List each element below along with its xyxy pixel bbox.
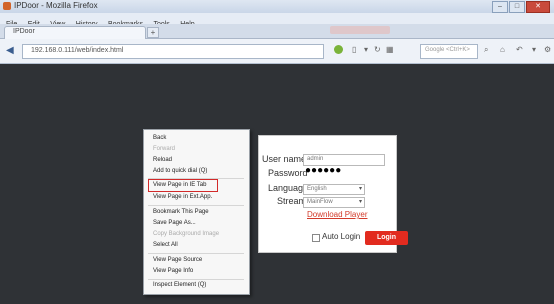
menu-bar: File Edit View History Bookmarks Tools H…	[0, 13, 554, 28]
download-player-link[interactable]: Download Player	[307, 210, 367, 219]
back-small-icon[interactable]: ↶	[516, 45, 523, 54]
extension-icon[interactable]: ⚙	[544, 45, 551, 54]
firefox-icon	[3, 2, 11, 10]
bookmark-list-icon[interactable]: ▦	[386, 45, 394, 54]
reload-icon[interactable]: ↻	[374, 45, 381, 54]
close-button[interactable]: ✕	[526, 1, 550, 13]
back-arrow-icon[interactable]: ◀	[6, 45, 14, 56]
ctx-separator	[148, 205, 244, 206]
minimize-button[interactable]: –	[492, 1, 508, 13]
url-text: 192.168.0.111/web/index.html	[31, 47, 124, 54]
login-button[interactable]: Login	[365, 231, 408, 245]
dropdown-icon[interactable]: ▾	[364, 45, 368, 54]
ctx-forward: Forward	[153, 146, 176, 152]
password-label: Password	[268, 168, 308, 178]
tab-bar: IPDoor +	[0, 24, 554, 39]
language-value: English	[307, 186, 327, 192]
decorative-blur	[330, 26, 390, 34]
ctx-view-info[interactable]: View Page Info	[153, 268, 193, 274]
url-bar[interactable]: 192.168.0.111/web/index.html	[22, 44, 324, 59]
ctx-inspect-element[interactable]: Inspect Element (Q)	[153, 282, 206, 288]
username-value: admin	[307, 156, 324, 162]
ctx-view-source[interactable]: View Page Source	[153, 257, 202, 263]
ctx-select-all[interactable]: Select All	[153, 242, 178, 248]
ctx-separator	[148, 279, 244, 280]
auto-login-checkbox[interactable]	[312, 234, 320, 242]
page-icon[interactable]: ▯	[352, 45, 356, 54]
ctx-view-ext-app[interactable]: View Page in Ext.App.	[153, 194, 212, 200]
new-tab-button[interactable]: +	[147, 27, 159, 38]
maximize-button[interactable]: □	[509, 1, 525, 13]
ctx-highlight-box	[148, 179, 218, 192]
window-controls: – □ ✕	[491, 1, 550, 13]
stream-label: Stream	[277, 196, 307, 206]
nav-bar: ◀ 192.168.0.111/web/index.html ▯ ▾ ↻ ▦ G…	[0, 39, 554, 64]
language-select[interactable]: English ▾	[303, 184, 365, 195]
password-input[interactable]: ●●●●●●	[303, 165, 383, 178]
auto-login-label: Auto Login	[322, 232, 361, 241]
ctx-bookmark-page[interactable]: Bookmark This Page	[153, 209, 209, 215]
chevron-down-icon: ▾	[358, 186, 362, 192]
browser-window: IPDoor - Mozilla Firefox – □ ✕ File Edit…	[0, 0, 554, 304]
ctx-separator	[148, 253, 244, 254]
ctx-save-page[interactable]: Save Page As...	[153, 220, 196, 226]
title-bar: IPDoor - Mozilla Firefox – □ ✕	[0, 0, 554, 13]
chevron-down-icon: ▾	[358, 199, 362, 205]
context-menu: Back Forward Reload Add to quick dial (Q…	[143, 129, 250, 295]
stream-value: MainFlow	[307, 199, 333, 205]
password-value: ●●●●●●	[305, 165, 342, 176]
tab-ipdoor[interactable]: IPDoor	[4, 26, 146, 39]
menu-arrow-icon[interactable]: ▾	[532, 45, 536, 54]
username-label: User name	[262, 154, 307, 164]
search-placeholder: Google <Ctrl+K>	[425, 47, 470, 53]
ctx-reload[interactable]: Reload	[153, 157, 172, 163]
ctx-add-quick-dial[interactable]: Add to quick dial (Q)	[153, 168, 207, 174]
search-field[interactable]: Google <Ctrl+K>	[420, 44, 478, 59]
ctx-copy-bg-image: Copy Background Image	[153, 231, 220, 237]
ctx-back[interactable]: Back	[153, 135, 166, 141]
go-icon[interactable]	[334, 45, 343, 54]
stream-select[interactable]: MainFlow ▾	[303, 197, 365, 208]
home-icon[interactable]: ⌂	[500, 45, 505, 54]
window-title: IPDoor - Mozilla Firefox	[14, 1, 98, 10]
tab-label: IPDoor	[13, 28, 35, 35]
search-icon[interactable]: ⌕	[484, 45, 488, 55]
